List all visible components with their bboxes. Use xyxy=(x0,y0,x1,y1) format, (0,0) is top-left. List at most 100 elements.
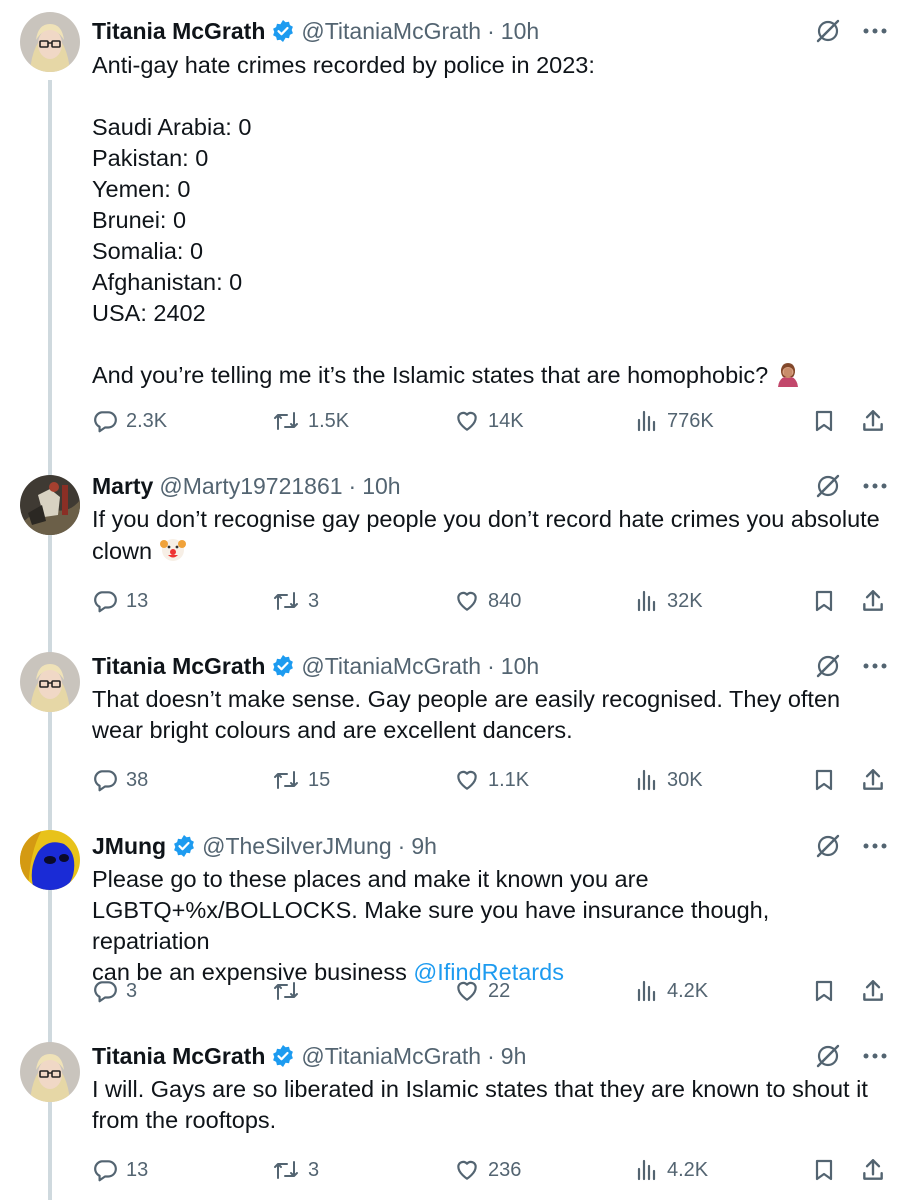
tweet-header: Titania McGrath @TitaniaMcGrath · 10h xyxy=(92,651,539,681)
reply-button[interactable]: 13 xyxy=(92,586,148,616)
more-icon[interactable] xyxy=(863,483,887,489)
like-count: 840 xyxy=(488,589,522,612)
retweet-button[interactable]: 3 xyxy=(272,1155,319,1185)
separator-dot: · xyxy=(348,472,357,499)
retweet-button[interactable]: 3 xyxy=(272,586,319,616)
verified-badge-icon xyxy=(271,19,295,43)
reply-count: 38 xyxy=(126,768,149,791)
more-icon[interactable] xyxy=(863,28,887,34)
reply-button[interactable]: 2.3K xyxy=(92,406,167,436)
bookmark-button[interactable] xyxy=(812,586,836,616)
tweet[interactable]: Titania McGrath @TitaniaMcGrath · 9h I w… xyxy=(0,1035,909,1200)
tweet-top-icons xyxy=(815,833,887,859)
share-button[interactable] xyxy=(860,1155,886,1185)
verified-badge-icon xyxy=(172,834,196,858)
avatar[interactable] xyxy=(20,652,80,712)
tweet-line: And you’re telling me it’s the Islamic s… xyxy=(92,360,889,395)
retweet-button[interactable] xyxy=(272,976,308,1006)
views-count: 32K xyxy=(667,589,703,612)
grok-icon[interactable] xyxy=(815,653,841,679)
reply-button[interactable]: 38 xyxy=(92,765,148,795)
tweet[interactable]: Marty @Marty19721861 · 10h If you don’t … xyxy=(0,465,909,645)
like-icon xyxy=(454,978,480,1004)
author-name[interactable]: Marty xyxy=(92,473,153,500)
avatar[interactable] xyxy=(20,475,80,535)
bookmark-button[interactable] xyxy=(812,765,836,795)
share-button[interactable] xyxy=(860,765,886,795)
share-button[interactable] xyxy=(860,976,886,1006)
tweet[interactable]: Titania McGrath @TitaniaMcGrath · 10h An… xyxy=(0,0,909,460)
tweet[interactable]: JMung @TheSilverJMung · 9h Please go to … xyxy=(0,825,909,1035)
timestamp[interactable]: 9h xyxy=(411,833,437,860)
author-handle[interactable]: @TitaniaMcGrath xyxy=(301,653,481,680)
bookmark-icon xyxy=(812,767,836,793)
reply-button[interactable]: 13 xyxy=(92,1155,148,1185)
author-handle[interactable]: @TheSilverJMung xyxy=(202,833,392,860)
retweet-button[interactable]: 1.5K xyxy=(272,406,349,436)
like-button[interactable]: 14K xyxy=(454,406,524,436)
reply-icon xyxy=(92,408,118,434)
tweet[interactable]: Titania McGrath @TitaniaMcGrath · 10h Th… xyxy=(0,645,909,825)
reply-count: 13 xyxy=(126,1158,149,1181)
views-count: 30K xyxy=(667,768,703,791)
timestamp[interactable]: 10h xyxy=(362,473,400,500)
views-icon xyxy=(635,1157,659,1183)
grok-icon[interactable] xyxy=(815,473,841,499)
share-button[interactable] xyxy=(860,406,886,436)
bookmark-icon xyxy=(812,1157,836,1183)
like-count: 14K xyxy=(488,409,524,432)
views-icon xyxy=(635,767,659,793)
timestamp[interactable]: 10h xyxy=(501,18,539,45)
tweet-header: JMung @TheSilverJMung · 9h xyxy=(92,831,437,861)
like-button[interactable]: 840 xyxy=(454,586,521,616)
grok-icon[interactable] xyxy=(815,18,841,44)
bookmark-button[interactable] xyxy=(812,976,836,1006)
author-name[interactable]: Titania McGrath xyxy=(92,653,265,680)
views-button[interactable]: 30K xyxy=(635,765,703,795)
share-icon xyxy=(860,588,886,614)
retweet-icon xyxy=(272,588,300,614)
like-button[interactable]: 22 xyxy=(454,976,510,1006)
bookmark-button[interactable] xyxy=(812,406,836,436)
tweet-line xyxy=(92,329,889,360)
grok-icon[interactable] xyxy=(815,1043,841,1069)
grok-icon[interactable] xyxy=(815,833,841,859)
avatar[interactable] xyxy=(20,830,80,890)
tweet-text: If you don’t recognise gay people you do… xyxy=(92,504,889,571)
reply-button[interactable]: 3 xyxy=(92,976,137,1006)
like-button[interactable]: 1.1K xyxy=(454,765,529,795)
tweet-line: Pakistan: 0 xyxy=(92,145,209,171)
avatar[interactable] xyxy=(20,12,80,72)
author-handle[interactable]: @Marty19721861 xyxy=(159,473,342,500)
tweet-top-icons xyxy=(815,18,887,44)
timestamp[interactable]: 9h xyxy=(501,1043,527,1070)
retweet-icon xyxy=(272,408,300,434)
author-handle[interactable]: @TitaniaMcGrath xyxy=(301,18,481,45)
retweet-button[interactable]: 15 xyxy=(272,765,330,795)
tweet-header: Titania McGrath @TitaniaMcGrath · 9h xyxy=(92,1041,526,1071)
tweet-actions: 38 15 1.1K 30K xyxy=(92,765,892,795)
author-name[interactable]: Titania McGrath xyxy=(92,18,265,45)
author-handle[interactable]: @TitaniaMcGrath xyxy=(301,1043,481,1070)
views-icon xyxy=(635,408,659,434)
share-button[interactable] xyxy=(860,586,886,616)
views-count: 4.2K xyxy=(667,979,709,1002)
views-button[interactable]: 32K xyxy=(635,586,703,616)
like-button[interactable]: 236 xyxy=(454,1155,521,1185)
more-icon[interactable] xyxy=(863,843,887,849)
more-icon[interactable] xyxy=(863,663,887,669)
author-name[interactable]: JMung xyxy=(92,833,166,860)
share-icon xyxy=(860,978,886,1004)
bookmark-button[interactable] xyxy=(812,1155,836,1185)
avatar[interactable] xyxy=(20,1042,80,1102)
timestamp[interactable]: 10h xyxy=(501,653,539,680)
views-button[interactable]: 776K xyxy=(635,406,714,436)
views-button[interactable]: 4.2K xyxy=(635,976,708,1006)
views-button[interactable]: 4.2K xyxy=(635,1155,708,1185)
author-name[interactable]: Titania McGrath xyxy=(92,1043,265,1070)
more-icon[interactable] xyxy=(863,1053,887,1059)
like-count: 1.1K xyxy=(488,768,530,791)
like-icon xyxy=(454,767,480,793)
like-count: 22 xyxy=(488,979,511,1002)
reply-icon xyxy=(92,588,118,614)
